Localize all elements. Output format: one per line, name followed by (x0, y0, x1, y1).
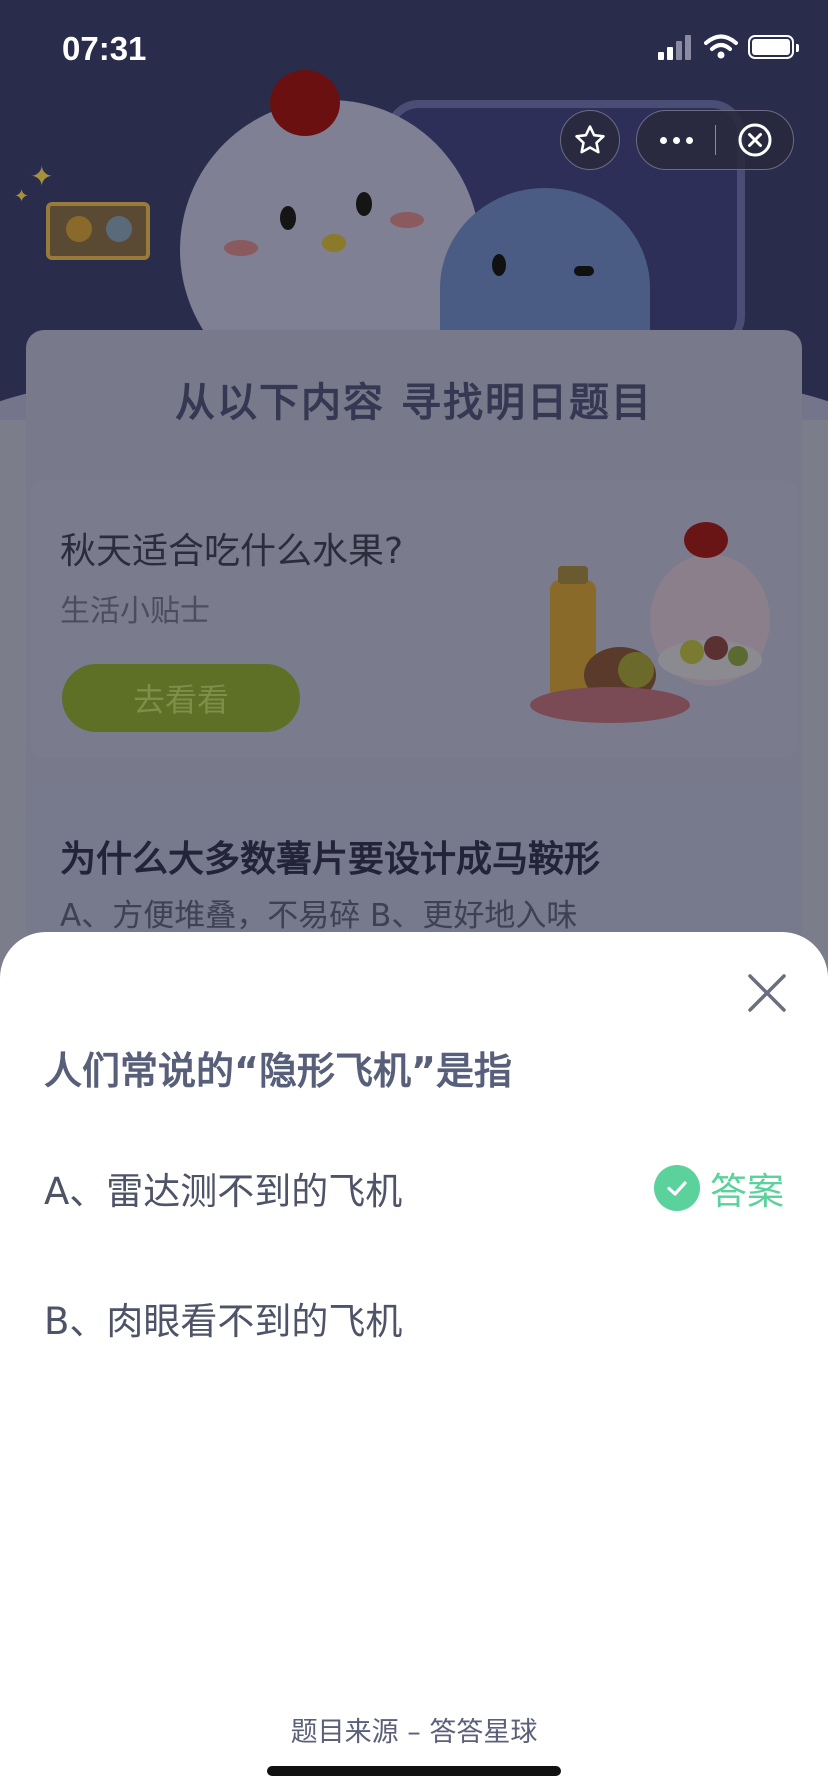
tip-card-subtitle: 生活小贴士 (60, 594, 210, 629)
chick-cheek (390, 212, 424, 228)
blue-mascot-eye (492, 254, 506, 276)
blue-mascot-wink (574, 266, 594, 276)
chick-beak (322, 234, 346, 252)
option-b-label: B、肉眼看不到的飞机 (44, 1300, 403, 1343)
close-circle-icon (738, 123, 771, 157)
check-icon (654, 1165, 700, 1211)
status-time: 07:31 (62, 30, 147, 67)
panel-title: 从以下内容 寻找明日题目 (175, 380, 653, 426)
fruit-illustration (530, 522, 770, 723)
tip-card[interactable]: 秋天适合吃什么水果? 生活小贴士 去看看 (30, 480, 798, 758)
capsule-menu (636, 110, 794, 170)
chick-eye (280, 206, 296, 230)
close-icon (748, 974, 786, 1012)
answer-badge: 答案 (654, 1161, 784, 1215)
wifi-icon (704, 34, 738, 59)
home-indicator[interactable] (267, 1766, 561, 1776)
answer-label: 答案 (710, 1170, 784, 1213)
chick-eye (356, 192, 372, 216)
option-a[interactable]: A、雷达测不到的飞机 答案 (44, 1158, 784, 1218)
tip-card-title: 秋天适合吃什么水果? (60, 531, 404, 572)
option-a-label: A、雷达测不到的飞机 (44, 1170, 403, 1213)
more-icon (659, 136, 667, 144)
chick-cheek (224, 240, 258, 256)
more-button[interactable] (637, 111, 715, 169)
battery-icon (748, 35, 799, 59)
preview-question-title: 为什么大多数薯片要设计成马鞍形 (60, 839, 601, 880)
answer-sheet: 人们常说的“隐形飞机”是指 A、雷达测不到的飞机 答案 B、肉眼看不到的飞机 题… (0, 932, 828, 1792)
signal-icon (658, 35, 691, 60)
question-title: 人们常说的“隐形飞机”是指 (44, 1049, 512, 1093)
sparkle-icon: ✦ (14, 186, 30, 207)
status-icons (658, 34, 799, 60)
star-icon (575, 125, 605, 154)
option-b[interactable]: B、肉眼看不到的飞机 (44, 1288, 784, 1348)
exit-button[interactable] (716, 111, 793, 169)
question-source: 题目来源 – 答答星球 (290, 1717, 538, 1748)
medal-frame-illustration (46, 202, 150, 260)
sheet-close-button[interactable] (744, 970, 790, 1016)
chick-crest (270, 70, 340, 136)
preview-question-options: A、方便堆叠，不易碎 B、更好地入味 (60, 898, 578, 934)
sparkle-icon: ✦ (30, 160, 54, 193)
go-see-button[interactable]: 去看看 (62, 664, 300, 732)
favorite-button[interactable] (560, 110, 620, 170)
